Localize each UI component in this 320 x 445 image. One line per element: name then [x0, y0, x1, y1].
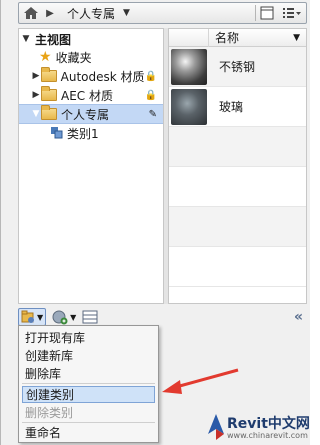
menu-item-label: 删除库 [25, 367, 62, 381]
chevron-down-icon: ▼ [70, 312, 77, 322]
collapse-library-icon[interactable]: « [294, 309, 303, 325]
editor-button[interactable] [82, 308, 98, 326]
menu-divider [22, 422, 155, 423]
empty-row [169, 167, 306, 207]
revit-logo-icon [208, 414, 224, 440]
library-tree: ▼ 主视图 ★ 收藏夹 ▶ Autodesk 材质 🔒 ▶ AEC 材质 🔒 ▼… [18, 28, 164, 304]
menu-item-label: 重命名 [25, 426, 62, 440]
menu-item-delete-library[interactable]: 删除库 [22, 365, 155, 382]
empty-row [169, 127, 306, 167]
view-options-button[interactable] [278, 3, 306, 23]
tree-item-label: 收藏夹 [55, 50, 92, 65]
star-icon: ★ [39, 49, 52, 65]
globe-add-icon [52, 310, 68, 325]
material-thumbnail [171, 88, 207, 125]
collapse-arrow-icon[interactable]: ▼ [31, 109, 41, 119]
menu-item-label: 删除类别 [25, 406, 74, 420]
watermark-url: www.chinarevit.com [227, 431, 308, 440]
empty-row [169, 207, 306, 247]
material-name: 玻璃 [219, 100, 244, 114]
tree-root-label: 主视图 [35, 32, 72, 47]
library-context-menu: 打开现有库 创建新库 删除库 创建类别 删除类别 重命名 [18, 325, 159, 443]
tree-item-personal-library[interactable]: ▼ 个人专属 ✎ [19, 104, 163, 124]
tree-item-label: 个人专属 [61, 107, 110, 122]
menu-item-create-library[interactable]: 创建新库 [22, 347, 155, 364]
menu-item-label: 打开现有库 [25, 331, 86, 345]
tree-item-favorites[interactable]: ★ 收藏夹 [19, 47, 163, 67]
breadcrumb-item[interactable]: 个人专属 ▼ [57, 3, 130, 23]
list-view-icon [283, 8, 301, 18]
list-item[interactable]: 玻璃 [169, 87, 306, 127]
tree-item-label: 类别1 [67, 126, 99, 141]
bottom-toolbar: ▼ ▼ « [18, 307, 307, 327]
chevron-down-icon: ▼ [123, 8, 130, 18]
thumbnail-column-header [169, 29, 209, 47]
folder-icon [41, 86, 57, 101]
folder-icon [41, 105, 57, 120]
menu-item-create-category[interactable]: 创建类别 [22, 386, 155, 403]
breadcrumb-label: 个人专属 [67, 6, 116, 21]
lock-icon: 🔒 [144, 89, 157, 101]
library-folder-icon [21, 310, 34, 323]
chevron-down-icon: ▼ [37, 312, 44, 322]
name-column-label: 名称 [215, 31, 240, 45]
watermark-logo: Revit中文网 www.chinarevit.com [205, 410, 310, 445]
expand-arrow-icon[interactable]: ▶ [31, 90, 41, 100]
tree-item-autodesk-materials[interactable]: ▶ Autodesk 材质 🔒 [19, 66, 163, 86]
list-header: 名称 ▼ [169, 29, 306, 47]
tree-root-home-view[interactable]: ▼ 主视图 [19, 29, 163, 49]
home-icon [24, 7, 38, 19]
watermark-brand: Revit中文网 [227, 416, 310, 432]
tree-item-category1[interactable]: 类别1 [19, 123, 163, 143]
menu-item-label: 创建新库 [25, 349, 74, 363]
material-browser-panel: ▶ 个人专属 ▼ ▼ 主视图 ★ 收藏夹 ▶ Autodesk 材质 🔒 ▶ A… [0, 0, 310, 445]
tree-item-label: Autodesk 材质 [60, 69, 145, 84]
home-button[interactable] [19, 3, 43, 23]
name-column-header[interactable]: 名称 ▼ [209, 29, 306, 46]
material-name: 不锈钢 [219, 60, 256, 74]
breadcrumb-toolbar: ▶ 个人专属 ▼ [18, 2, 307, 24]
expand-arrow-icon[interactable]: ▼ [21, 34, 31, 44]
sort-down-icon[interactable]: ▼ [293, 33, 300, 43]
annotation-arrow-icon [162, 368, 239, 394]
menu-item-label: 创建类别 [26, 388, 75, 402]
folder-icon [40, 67, 57, 82]
view-toggle-button[interactable] [256, 3, 278, 23]
panel-layout-icon [260, 6, 274, 20]
tree-item-label: AEC 材质 [61, 88, 113, 103]
empty-row [169, 247, 306, 287]
editor-panel-icon [82, 310, 98, 324]
menu-item-open-library[interactable]: 打开现有库 [22, 329, 155, 346]
category-icon [51, 127, 63, 139]
material-thumbnail [171, 48, 207, 85]
material-list: 名称 ▼ 不锈钢 玻璃 [168, 28, 307, 304]
menu-item-delete-category[interactable]: 删除类别 [22, 404, 155, 421]
menu-item-rename[interactable]: 重命名 [22, 424, 155, 441]
lock-icon: 🔒 [144, 70, 157, 82]
list-item[interactable]: 不锈钢 [169, 47, 306, 87]
add-material-button[interactable]: ▼ [52, 308, 76, 326]
menu-divider [22, 383, 155, 384]
breadcrumb-separator-icon[interactable]: ▶ [43, 3, 57, 23]
pencil-icon[interactable]: ✎ [149, 109, 157, 120]
tree-item-aec-materials[interactable]: ▶ AEC 材质 🔒 [19, 85, 163, 105]
manage-library-button[interactable]: ▼ [18, 308, 47, 326]
expand-arrow-icon[interactable]: ▶ [31, 71, 41, 81]
